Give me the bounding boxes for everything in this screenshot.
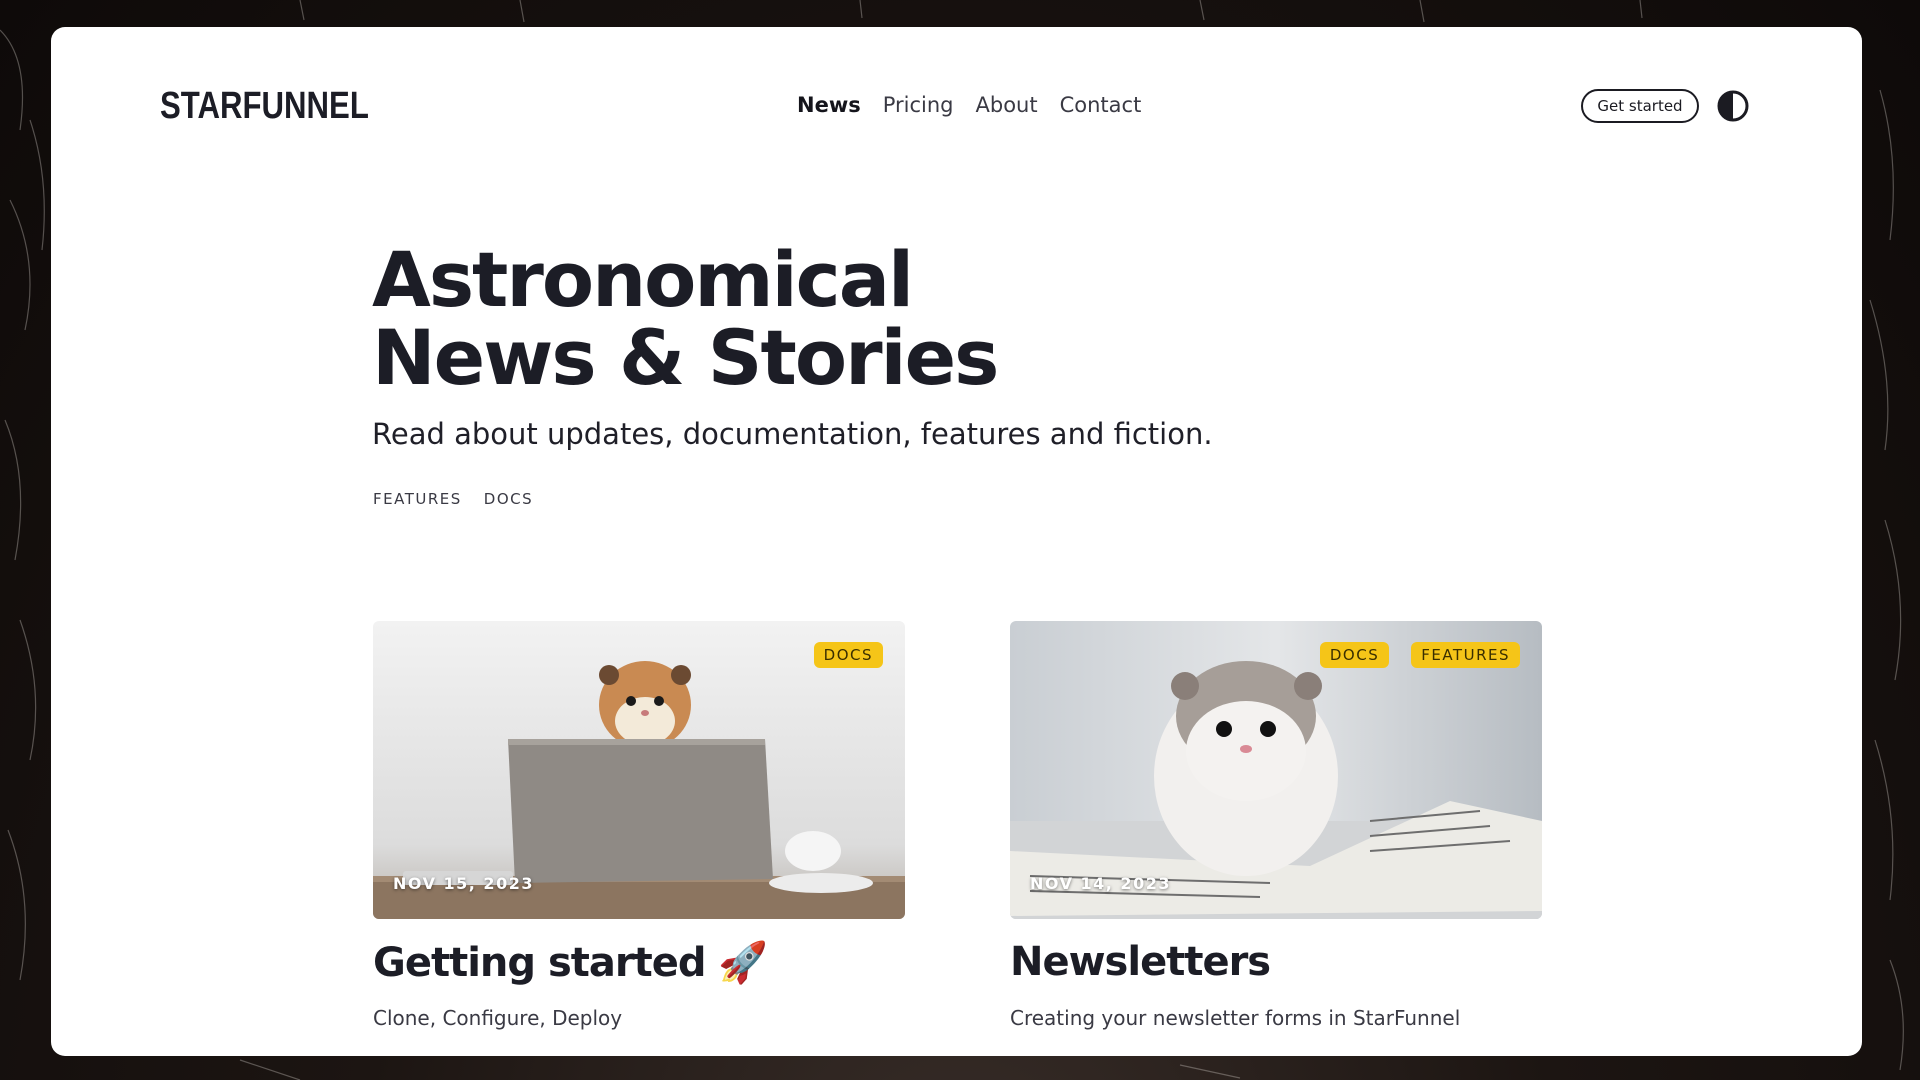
post-thumbnail[interactable]: DOCS FEATURES NOV 14, 2023	[1010, 621, 1542, 919]
badge-docs[interactable]: DOCS	[813, 642, 883, 668]
post-card[interactable]: DOCS NOV 15, 2023 Getting started 🚀 Clon…	[373, 621, 905, 1030]
nav-item-pricing[interactable]: Pricing	[883, 93, 954, 117]
tag-filters: FEATURES DOCS	[373, 490, 533, 508]
browser-page: STARFUNNEL News Pricing About Contact Ge…	[51, 27, 1862, 1056]
contrast-icon[interactable]	[1717, 90, 1749, 122]
nav-item-about[interactable]: About	[976, 93, 1038, 117]
post-title[interactable]: Newsletters	[1010, 939, 1271, 985]
post-title[interactable]: Getting started 🚀	[373, 939, 768, 986]
get-started-button[interactable]: Get started	[1581, 89, 1699, 123]
main-nav: News Pricing About Contact	[797, 93, 1141, 117]
post-date: NOV 15, 2023	[393, 874, 534, 893]
site-logo[interactable]: STARFUNNEL	[160, 85, 369, 128]
page-title: Astronomical News & Stories	[372, 241, 999, 397]
tag-link-features[interactable]: FEATURES	[373, 490, 462, 508]
nav-item-news[interactable]: News	[797, 93, 861, 117]
post-badges: DOCS FEATURES	[1319, 642, 1520, 668]
nav-item-contact[interactable]: Contact	[1060, 93, 1142, 117]
post-badges: DOCS	[813, 642, 883, 668]
post-description: Clone, Configure, Deploy	[373, 1006, 623, 1030]
tag-link-docs[interactable]: DOCS	[484, 490, 533, 508]
badge-features[interactable]: FEATURES	[1411, 642, 1520, 668]
post-thumbnail[interactable]: DOCS NOV 15, 2023	[373, 621, 905, 919]
post-title-text: Getting started	[373, 940, 706, 986]
page-title-line-1: Astronomical	[372, 235, 914, 324]
post-date: NOV 14, 2023	[1030, 874, 1171, 893]
page-subtitle: Read about updates, documentation, featu…	[372, 417, 1213, 451]
post-description: Creating your newsletter forms in StarFu…	[1010, 1006, 1461, 1030]
post-card[interactable]: DOCS FEATURES NOV 14, 2023 Newsletters C…	[1010, 621, 1542, 1030]
badge-docs[interactable]: DOCS	[1319, 642, 1390, 668]
rocket-icon: 🚀	[718, 940, 768, 986]
page-title-line-2: News & Stories	[372, 313, 999, 402]
